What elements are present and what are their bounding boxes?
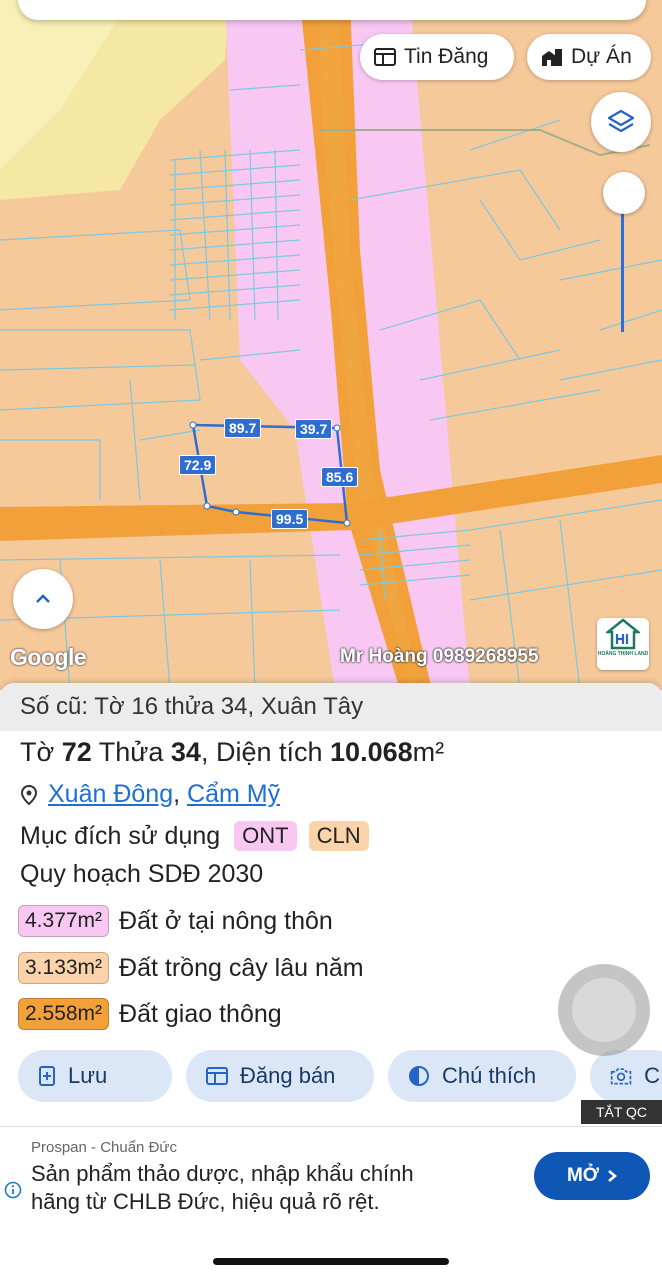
search-bar[interactable] (18, 0, 646, 20)
plot-number: 34 (170, 737, 201, 767)
edge-length-label: 39.7 (295, 419, 333, 439)
location-separator: , (173, 780, 181, 808)
area-breakdown-row: 4.377m² Đất ở tại nông thôn (18, 905, 333, 937)
ad-text-line: Sản phẩm thảo dược, nhập khẩu chính (31, 1161, 414, 1186)
edge-length-label: 85.6 (321, 467, 359, 487)
ad-banner[interactable]: Prospan - Chuẩn Đức Sản phẩm thảo dược, … (0, 1126, 662, 1227)
purpose-code-ont: ONT (234, 821, 297, 851)
ad-text-line: hãng từ CHLB Đức, hiệu quả rõ rệt. (31, 1189, 380, 1214)
listing-icon (206, 1067, 228, 1085)
parcel-title: Tờ 72 Thửa 34, Diện tích 10.068m² (20, 737, 444, 768)
layers-button[interactable] (591, 92, 651, 152)
floating-assistive-button[interactable] (558, 964, 650, 1056)
legend-label: Chú thích (442, 1063, 537, 1088)
brand-logo: HOÀNG THỊNH LAND (597, 618, 649, 670)
purpose-row: Mục đích sử dụng ONT CLN (20, 821, 369, 851)
contrast-icon (409, 1066, 429, 1086)
area-value: 2.558m² (18, 998, 110, 1030)
sheet-label: Tờ (20, 737, 55, 767)
camera-icon (610, 1068, 632, 1085)
purpose-label: Mục đích sử dụng (20, 821, 221, 850)
du-an-button[interactable]: Dự Án (527, 34, 651, 80)
tin-dang-label: Tin Đăng (404, 45, 489, 68)
purpose-code-cln: CLN (308, 821, 369, 851)
layers-icon (607, 109, 635, 133)
chevron-right-icon (608, 1170, 617, 1182)
google-logo: Google (10, 644, 87, 670)
plot-label: Thửa (98, 737, 164, 767)
zoom-slider-handle[interactable] (603, 172, 645, 214)
ad-open-button[interactable]: MỞ (534, 1152, 650, 1200)
area-type-label: Đất ở tại nông thôn (119, 906, 333, 935)
watermark-text: Mr Hoàng 0989268955 (340, 646, 539, 667)
area-breakdown-row: 2.558m² Đất giao thông (18, 998, 282, 1030)
area-breakdown-row: 3.133m² Đất trồng cây lâu năm (18, 952, 364, 984)
edge-length-label: 99.5 (271, 509, 309, 529)
expand-panel-button[interactable] (13, 569, 73, 629)
tin-dang-button[interactable]: Tin Đăng (360, 34, 514, 80)
info-icon[interactable] (4, 1181, 22, 1204)
area-type-label: Đất giao thông (119, 999, 282, 1028)
du-an-label: Dự Án (571, 45, 632, 68)
save-label: Lưu (68, 1063, 108, 1088)
area-value: 10.068 (330, 737, 413, 767)
area-unit: m² (412, 737, 445, 767)
district-link[interactable]: Cẩm Mỹ (187, 780, 280, 808)
area-value: 3.133m² (18, 952, 110, 984)
edge-length-label: 89.7 (224, 418, 262, 438)
buildings-icon (542, 49, 562, 66)
plan-label: Quy hoạch SDĐ 2030 (20, 860, 264, 888)
edge-length-label: 72.9 (179, 455, 217, 475)
parcel-info-panel: Số cũ: Tờ 16 thửa 34, Xuân Tây Tờ 72 Thử… (0, 683, 662, 1128)
area-type-label: Đất trồng cây lâu năm (119, 953, 364, 982)
location-row: Xuân Đông, Cẩm Mỹ (20, 780, 280, 809)
area-value: 4.377m² (18, 905, 110, 937)
action-bar: Lưu Đăng bán Chú thích C (18, 1050, 662, 1102)
logo-text: HOÀNG THỊNH LAND (597, 651, 649, 657)
listing-icon (374, 48, 396, 66)
home-indicator (213, 1258, 449, 1265)
capture-button[interactable]: C (590, 1050, 662, 1102)
ad-open-label: MỞ (566, 1165, 600, 1186)
location-pin-icon (20, 784, 38, 805)
save-button[interactable]: Lưu (18, 1050, 172, 1102)
old-parcel-info: Số cũ: Tờ 16 thửa 34, Xuân Tây (0, 683, 662, 731)
legend-button[interactable]: Chú thích (388, 1050, 576, 1102)
bookmark-add-icon (39, 1066, 55, 1086)
ad-brand: Prospan - Chuẩn Đức (31, 1139, 177, 1156)
map-view[interactable]: Tin Đăng Dự Án 89.7 39.7 72.9 85.6 99.5 … (0, 0, 662, 690)
area-label: , Diện tích (200, 737, 323, 767)
logo-mark-icon (606, 618, 640, 650)
commune-link[interactable]: Xuân Đông (48, 780, 173, 808)
zoom-slider-track[interactable] (621, 195, 624, 332)
post-sale-label: Đăng bán (240, 1063, 336, 1088)
post-sale-button[interactable]: Đăng bán (186, 1050, 374, 1102)
capture-label: C (644, 1063, 660, 1088)
sheet-number: 72 (61, 737, 92, 767)
chevron-up-icon (36, 594, 50, 603)
close-ad-button[interactable]: TẮT QC (581, 1100, 662, 1124)
